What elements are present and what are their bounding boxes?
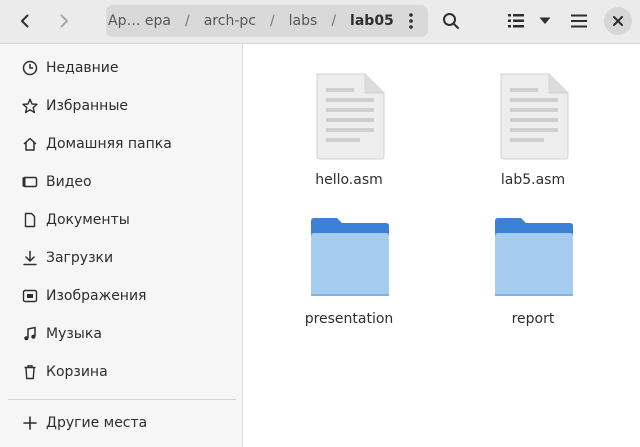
- back-button[interactable]: [10, 6, 40, 36]
- folder-icon: [495, 218, 573, 296]
- sidebar-item-other-locations[interactable]: Другие места: [0, 406, 242, 440]
- header-bar: Ар… ера / arch-pc / labs / lab05: [0, 0, 640, 44]
- sidebar-item-label: Загрузки: [46, 250, 114, 266]
- sidebar-item-label: Корзина: [46, 364, 108, 380]
- breadcrumb-arch-pc[interactable]: arch-pc: [198, 13, 262, 29]
- vertical-dots-icon: [409, 13, 413, 29]
- sidebar-item-label: Избранные: [46, 98, 128, 114]
- sidebar: Недавние Избранные Домашняя папка Видео …: [0, 44, 243, 447]
- folder-name: presentation: [304, 311, 394, 327]
- sidebar-item-label: Музыка: [46, 326, 102, 342]
- close-button[interactable]: [604, 7, 632, 35]
- sidebar-item-pictures[interactable]: Изображения: [0, 279, 242, 313]
- sidebar-item-home[interactable]: Домашняя папка: [0, 127, 242, 161]
- file-item[interactable]: hello.asm: [284, 72, 414, 202]
- sidebar-item-label: Другие места: [46, 415, 148, 431]
- sidebar-item-music[interactable]: Музыка: [0, 317, 242, 351]
- sidebar-item-starred[interactable]: Избранные: [0, 89, 242, 123]
- search-button[interactable]: [436, 6, 466, 36]
- breadcrumb-current[interactable]: lab05: [344, 13, 400, 29]
- chevron-right-icon: [60, 14, 68, 28]
- main-menu-button[interactable]: [564, 6, 594, 36]
- hamburger-icon: [571, 14, 587, 28]
- star-icon: [21, 97, 39, 115]
- file-manager-window: Ар… ера / arch-pc / labs / lab05 Недавни…: [0, 0, 640, 447]
- folder-icon: [311, 218, 389, 296]
- breadcrumb-labs[interactable]: labs: [283, 13, 324, 29]
- sidebar-item-label: Домашняя папка: [46, 136, 172, 152]
- trash-icon: [21, 363, 39, 381]
- music-icon: [21, 325, 39, 343]
- path-menu-button[interactable]: [400, 9, 422, 33]
- sidebar-item-label: Документы: [46, 212, 130, 228]
- sidebar-item-label: Недавние: [46, 60, 119, 76]
- sidebar-item-label: Изображения: [46, 288, 147, 304]
- sidebar-item-trash[interactable]: Корзина: [0, 355, 242, 389]
- plus-icon: [21, 414, 39, 432]
- sidebar-item-documents[interactable]: Документы: [0, 203, 242, 237]
- breadcrumb-separator: /: [331, 13, 337, 29]
- sidebar-item-videos[interactable]: Видео: [0, 165, 242, 199]
- file-grid: hello.asm lab5.asm presentation report: [243, 44, 640, 447]
- search-icon: [443, 13, 459, 29]
- forward-button[interactable]: [49, 6, 79, 36]
- chevron-left-icon: [21, 14, 29, 28]
- document-icon: [21, 211, 39, 229]
- folder-name: report: [511, 311, 555, 327]
- caret-down-icon: [539, 17, 551, 24]
- image-icon: [21, 287, 39, 305]
- clock-icon: [21, 59, 39, 77]
- folder-item[interactable]: report: [468, 214, 598, 344]
- list-view-icon: [508, 14, 524, 28]
- sidebar-item-label: Видео: [46, 174, 92, 190]
- text-file-icon: [316, 73, 385, 160]
- path-bar: Ар… ера / arch-pc / labs / lab05: [106, 5, 428, 37]
- sidebar-item-downloads[interactable]: Загрузки: [0, 241, 242, 275]
- breadcrumb-separator: /: [185, 13, 190, 29]
- video-icon: [21, 173, 39, 191]
- list-view-button[interactable]: [501, 6, 531, 36]
- file-name: hello.asm: [315, 172, 383, 188]
- close-icon: [613, 16, 623, 26]
- file-item[interactable]: lab5.asm: [468, 72, 598, 202]
- text-file-icon: [500, 73, 569, 160]
- home-icon: [21, 135, 39, 153]
- view-switcher: [501, 6, 559, 36]
- breadcrumb-home[interactable]: Ар… ера: [106, 13, 177, 29]
- download-icon: [21, 249, 39, 267]
- folder-item[interactable]: presentation: [284, 214, 414, 344]
- view-options-dropdown[interactable]: [531, 6, 559, 36]
- breadcrumb-separator: /: [269, 13, 275, 29]
- sidebar-divider: [8, 399, 236, 400]
- sidebar-item-recent[interactable]: Недавние: [0, 51, 242, 85]
- file-name: lab5.asm: [500, 172, 566, 188]
